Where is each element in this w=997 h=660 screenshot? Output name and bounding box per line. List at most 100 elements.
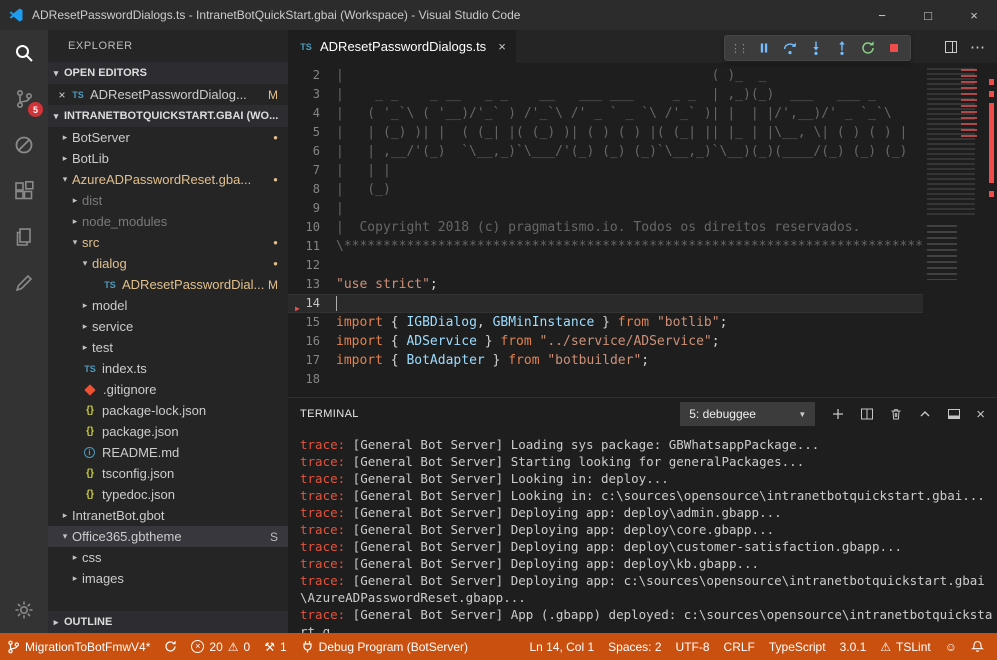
- tree-item-index-ts[interactable]: TSindex.ts: [48, 358, 288, 379]
- tree-item-images[interactable]: ▸images: [48, 568, 288, 589]
- tree-item-readme-md[interactable]: iREADME.md: [48, 442, 288, 463]
- search-icon[interactable]: [0, 30, 48, 76]
- workspace-header[interactable]: ▾ INTRANETBOTQUICKSTART.GBAI (WO...: [48, 105, 288, 127]
- code-line[interactable]: 17import { BotAdapter } from "botbuilder…: [288, 351, 923, 370]
- code-line[interactable]: 2| ( )_ _ |: [288, 66, 923, 85]
- indentation-indicator[interactable]: Spaces: 2: [601, 633, 668, 660]
- code-line[interactable]: 14: [288, 294, 923, 313]
- edit-icon[interactable]: [0, 260, 48, 306]
- tree-item-package-json[interactable]: {}package.json: [48, 421, 288, 442]
- code-lines[interactable]: 2| ( )_ _ |3| _ _ _ __ _ _ __ ___ ___ _ …: [288, 63, 923, 397]
- code-line[interactable]: 15import { IGBDialog, GBMinInstance } fr…: [288, 313, 923, 332]
- eol-indicator[interactable]: CRLF: [717, 633, 762, 660]
- tree-item-dialog[interactable]: ▾dialog●: [48, 253, 288, 274]
- minimap[interactable]: [923, 63, 983, 397]
- tree-item--gitignore[interactable]: .gitignore: [48, 379, 288, 400]
- tree-item-src[interactable]: ▾src●: [48, 232, 288, 253]
- code-line[interactable]: 5| | (_) )| | ( (_| |( (_) )| ( ) ( ) |(…: [288, 123, 923, 142]
- tree-item-service[interactable]: ▸service: [48, 316, 288, 337]
- close-button[interactable]: ×: [951, 0, 997, 30]
- terminal-selector[interactable]: 5: debuggee ▼: [680, 402, 815, 426]
- code-editor[interactable]: 2| ( )_ _ |3| _ _ _ __ _ _ __ ___ ___ _ …: [288, 63, 997, 397]
- code-line[interactable]: 10| Copyright 2018 (c) pragmatismo.io. T…: [288, 218, 923, 237]
- pause-button[interactable]: [752, 37, 775, 59]
- explorer-title: EXPLORER: [48, 30, 288, 62]
- tree-item-azureadpasswordreset-gba-[interactable]: ▾AzureADPasswordReset.gba...●: [48, 169, 288, 190]
- code-line[interactable]: 7| | | |: [288, 161, 923, 180]
- feedback-smiley-icon[interactable]: ☺: [938, 633, 964, 660]
- toggle-panel-icon[interactable]: [947, 407, 961, 421]
- tree-item-intranetbot-gbot[interactable]: ▸IntranetBot.gbot: [48, 505, 288, 526]
- problems-indicator[interactable]: × 20 ⚠ 0: [184, 633, 257, 660]
- step-into-button[interactable]: [804, 37, 827, 59]
- code-line[interactable]: 16import { ADService } from "../service/…: [288, 332, 923, 351]
- tree-item-test[interactable]: ▸test: [48, 337, 288, 358]
- more-actions-icon[interactable]: ⋯: [970, 38, 985, 56]
- tree-item-label: images: [82, 571, 124, 586]
- close-panel-icon[interactable]: ×: [976, 406, 985, 423]
- tree-item-tsconfig-json[interactable]: {}tsconfig.json: [48, 463, 288, 484]
- encoding-indicator[interactable]: UTF-8: [669, 633, 717, 660]
- tab-adresetpassworddialogs[interactable]: TS ADResetPasswordDialogs.ts ×: [288, 30, 516, 63]
- step-out-button[interactable]: [830, 37, 853, 59]
- code-line[interactable]: 18: [288, 370, 923, 389]
- code-line[interactable]: 13"use strict";: [288, 275, 923, 294]
- code-line[interactable]: 6| | ,__/'(_) `\__,_)`\___/'(_) (_) (_)`…: [288, 142, 923, 161]
- notifications-bell-icon[interactable]: [964, 633, 991, 660]
- drag-handle-icon[interactable]: ⋮⋮: [730, 42, 746, 55]
- maximize-panel-icon[interactable]: [918, 407, 932, 421]
- settings-gear-icon[interactable]: [0, 587, 48, 633]
- split-terminal-icon[interactable]: [860, 407, 874, 421]
- tree-item-adresetpassworddial-[interactable]: TSADResetPasswordDial...M: [48, 274, 288, 295]
- stop-button[interactable]: [882, 37, 905, 59]
- cursor-position-indicator[interactable]: Ln 14, Col 1: [522, 633, 601, 660]
- tree-item-model[interactable]: ▸model: [48, 295, 288, 316]
- kill-terminal-icon[interactable]: [889, 407, 903, 421]
- language-indicator[interactable]: TypeScript: [762, 633, 833, 660]
- split-editor-icon[interactable]: [944, 40, 958, 54]
- tree-item-typedoc-json[interactable]: {}typedoc.json: [48, 484, 288, 505]
- debug-icon[interactable]: [0, 122, 48, 168]
- debug-program-indicator[interactable]: Debug Program (BotServer): [294, 633, 475, 660]
- explorer-sidebar: EXPLORER ▾ OPEN EDITORS × TS ADResetPass…: [48, 30, 288, 633]
- code-line[interactable]: 4| ( '_`\ ( '__)/'_` ) /'_`\ /' _ ` _ `\…: [288, 104, 923, 123]
- code-line-text: import { BotAdapter } from "botbuilder";: [336, 351, 923, 370]
- tree-item-css[interactable]: ▸css: [48, 547, 288, 568]
- extensions-icon[interactable]: [0, 168, 48, 214]
- open-editor-item[interactable]: × TS ADResetPasswordDialog... M: [48, 84, 288, 105]
- open-editors-header[interactable]: ▾ OPEN EDITORS: [48, 62, 288, 84]
- code-line[interactable]: 3| _ _ _ __ _ _ __ ___ ___ _ _ | ,_)(_) …: [288, 85, 923, 104]
- tree-item-botlib[interactable]: ▸BotLib: [48, 148, 288, 169]
- tree-item-botserver[interactable]: ▸BotServer●: [48, 127, 288, 148]
- terminal-selector-value: 5: debuggee: [689, 407, 756, 421]
- code-token: "../service/ADService": [540, 334, 712, 349]
- code-line[interactable]: 12: [288, 256, 923, 275]
- minimize-button[interactable]: −: [859, 0, 905, 30]
- terminal-tab[interactable]: TERMINAL: [300, 408, 359, 420]
- typescript-version-indicator[interactable]: 3.0.1: [833, 633, 874, 660]
- git-branch-indicator[interactable]: MigrationToBotFmwV4*: [0, 633, 157, 660]
- tree-item-package-lock-json[interactable]: {}package-lock.json: [48, 400, 288, 421]
- terminal-line: trace: [General Bot Server] Deploying ap…: [300, 572, 993, 606]
- restart-button[interactable]: [856, 37, 879, 59]
- tslint-indicator[interactable]: ⚠ TSLint: [873, 633, 937, 660]
- code-line[interactable]: 8| (_) |: [288, 180, 923, 199]
- tree-item-office365-gbtheme[interactable]: ▾Office365.gbthemeS: [48, 526, 288, 547]
- tasks-indicator[interactable]: ⚒ 1: [257, 633, 293, 660]
- new-terminal-icon[interactable]: [831, 407, 845, 421]
- code-line[interactable]: 9| |: [288, 199, 923, 218]
- terminal-line: trace: [General Bot Server] Deploying ap…: [300, 521, 993, 538]
- outline-header[interactable]: ▸ OUTLINE: [48, 611, 288, 633]
- tree-item-dist[interactable]: ▸dist: [48, 190, 288, 211]
- source-control-icon[interactable]: 5: [0, 76, 48, 122]
- sync-button[interactable]: [157, 633, 184, 660]
- files-icon[interactable]: [0, 214, 48, 260]
- tree-item-node-modules[interactable]: ▸node_modules: [48, 211, 288, 232]
- minimap-error-marks: [961, 69, 977, 141]
- terminal-output[interactable]: trace: [General Bot Server] Loading sys …: [288, 430, 997, 633]
- tab-close-icon[interactable]: ×: [498, 39, 506, 54]
- maximize-button[interactable]: □: [905, 0, 951, 30]
- step-over-button[interactable]: [778, 37, 801, 59]
- code-line[interactable]: 11\*************************************…: [288, 237, 923, 256]
- close-editor-icon[interactable]: ×: [54, 88, 70, 102]
